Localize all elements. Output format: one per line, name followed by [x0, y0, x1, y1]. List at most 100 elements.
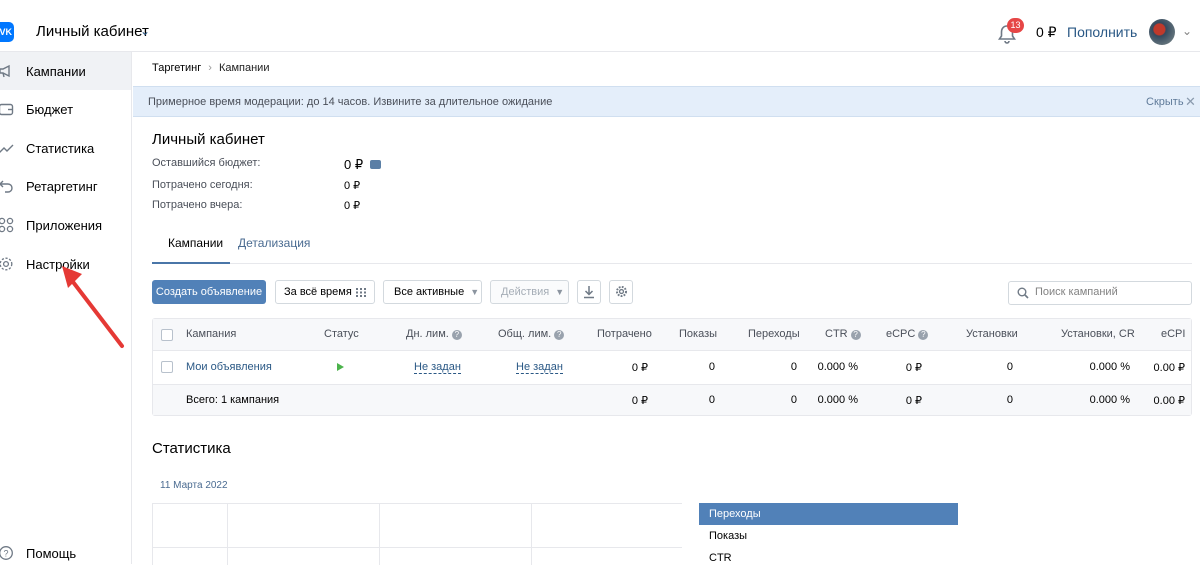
select-all-checkbox[interactable] — [161, 329, 173, 341]
col-campaign[interactable]: Кампания — [186, 328, 236, 340]
total-ecpc: 0 ₽ — [905, 395, 922, 407]
banner-text: Примерное время модерации: до 14 часов. … — [148, 96, 553, 108]
sidebar-item-help[interactable]: ? Помощь — [0, 534, 131, 572]
col-day-limit[interactable]: Дн. лим.? — [406, 328, 462, 340]
sidebar-item-budget[interactable]: Бюджет — [0, 90, 131, 128]
play-icon[interactable] — [337, 363, 344, 371]
breadcrumb: Таргетинг › Кампании — [152, 62, 269, 74]
total-clicks: 0 — [790, 394, 797, 406]
chevron-down-icon[interactable]: ⌄ — [1182, 24, 1192, 38]
retarget-icon — [0, 180, 13, 193]
col-total-limit-label: Общ. лим. — [498, 328, 552, 340]
campaign-name-link[interactable]: Мои объявления — [186, 361, 272, 373]
help-icon[interactable]: ? — [850, 330, 861, 340]
period-select[interactable]: За всё время — [275, 280, 375, 304]
help-icon[interactable]: ? — [554, 330, 565, 340]
total-impressions: 0 — [708, 394, 715, 406]
spent-today-value: 0 ₽ — [344, 180, 361, 192]
topup-button[interactable]: Пополнить — [1067, 24, 1137, 40]
col-ecpc[interactable]: eCPC? — [886, 328, 929, 340]
metric-clicks[interactable]: Переходы — [699, 503, 958, 525]
col-spent[interactable]: Потрачено — [597, 328, 652, 340]
sidebar-item-apps[interactable]: Приложения — [0, 206, 131, 244]
help-icon[interactable]: ? — [451, 330, 462, 340]
total-spent: 0 ₽ — [631, 395, 648, 407]
tab-campaigns[interactable]: Кампании — [168, 236, 223, 250]
gear-icon — [0, 257, 13, 271]
annotation-arrow — [62, 266, 124, 348]
sidebar-item-statistics[interactable]: Статистика — [0, 129, 131, 167]
total-limit-value[interactable]: Не задан — [516, 361, 563, 374]
spent-today-label: Потрачено сегодня: — [152, 179, 253, 191]
cabinet-switcher[interactable]: Личный кабинет — [36, 23, 149, 40]
avatar[interactable] — [1149, 19, 1175, 45]
settings-button[interactable] — [609, 280, 633, 304]
megaphone-icon — [0, 64, 10, 78]
total-ctr: 0.000 % — [817, 394, 858, 406]
metric-impressions[interactable]: Показы — [699, 525, 958, 547]
day-limit-value[interactable]: Не задан — [414, 361, 461, 374]
metric-ctr[interactable]: CTR — [699, 547, 958, 569]
col-clicks[interactable]: Переходы — [748, 328, 800, 340]
campaign-search[interactable] — [1008, 281, 1192, 305]
vk-logo[interactable]: VK — [0, 22, 14, 42]
grid-line — [227, 504, 228, 565]
remaining-budget-label: Оставшийся бюджет: — [152, 157, 261, 169]
col-impressions[interactable]: Показы — [679, 328, 717, 340]
col-status[interactable]: Статус — [324, 328, 359, 340]
chevron-down-icon[interactable]: ⌄ — [140, 24, 150, 38]
top-bar: VK Личный кабинет ⌄ 13 0 ₽ Пополнить ⌄ — [0, 6, 1200, 52]
row-checkbox[interactable] — [161, 361, 173, 373]
col-ecpc-label: eCPC — [886, 328, 916, 340]
apps-icon — [0, 217, 14, 233]
stats-chart — [152, 503, 682, 565]
ecpc-value: 0 ₽ — [905, 362, 922, 374]
search-input[interactable] — [1035, 286, 1185, 298]
sidebar-item-label: Приложения — [26, 218, 103, 233]
help-icon: ? — [0, 546, 13, 560]
table-header: Кампания Статус Дн. лим.? Общ. лим.? Пот… — [153, 319, 1191, 351]
col-ecpi[interactable]: eCPI — [1161, 328, 1185, 340]
download-button[interactable] — [577, 280, 601, 304]
banner-hide-button[interactable]: Скрыть — [1146, 96, 1184, 108]
sidebar-item-label: Помощь — [26, 546, 77, 561]
wallet-icon[interactable] — [370, 160, 381, 169]
ecpi-value: 0.00 ₽ — [1153, 362, 1185, 374]
actions-dropdown[interactable]: Действия ▼ — [490, 280, 569, 304]
status-filter-select[interactable]: Все активные ▼ — [383, 280, 482, 304]
sidebar-item-label: Кампании — [26, 64, 86, 79]
col-ctr[interactable]: CTR? — [825, 328, 861, 340]
sidebar-item-campaigns[interactable]: Кампании — [0, 52, 131, 90]
content-tabs: Кампании Детализация — [152, 233, 1192, 264]
ctr-value: 0.000 % — [817, 361, 858, 373]
table-total-row — [153, 384, 1191, 415]
active-tab-indicator — [152, 262, 230, 264]
sidebar-item-retargeting[interactable]: Ретаргетинг — [0, 167, 131, 205]
remaining-budget-value: 0 ₽ — [344, 157, 364, 172]
help-icon[interactable]: ? — [918, 330, 929, 340]
total-installs-cr: 0.000 % — [1089, 394, 1130, 406]
installs-cr-value: 0.000 % — [1089, 361, 1130, 373]
stats-date[interactable]: 11 Марта 2022 — [160, 480, 228, 491]
close-icon[interactable]: ✕ — [1185, 94, 1196, 110]
spent-yesterday-label: Потрачено вчера: — [152, 199, 243, 211]
installs-value: 0 — [1006, 361, 1013, 373]
create-ad-button[interactable]: Создать объявление — [152, 280, 266, 304]
calendar-icon — [356, 288, 366, 297]
period-select-label: За всё время — [284, 286, 352, 298]
page-title: Личный кабинет — [152, 131, 265, 148]
gear-icon — [615, 285, 628, 298]
grid-line — [531, 504, 532, 565]
actions-dropdown-label: Действия — [501, 286, 550, 298]
campaigns-table: Кампания Статус Дн. лим.? Общ. лим.? Пот… — [152, 318, 1192, 416]
col-installs-cr[interactable]: Установки, CR — [1061, 328, 1135, 340]
clicks-value: 0 — [790, 361, 797, 373]
chevron-down-icon: ▼ — [470, 287, 480, 297]
col-total-limit[interactable]: Общ. лим.? — [498, 328, 565, 340]
total-installs: 0 — [1006, 394, 1013, 406]
grid-line — [152, 504, 153, 565]
tab-details[interactable]: Детализация — [238, 236, 310, 250]
breadcrumb-root[interactable]: Таргетинг — [152, 62, 201, 74]
col-installs[interactable]: Установки — [966, 328, 1018, 340]
statistics-title: Статистика — [152, 440, 231, 457]
